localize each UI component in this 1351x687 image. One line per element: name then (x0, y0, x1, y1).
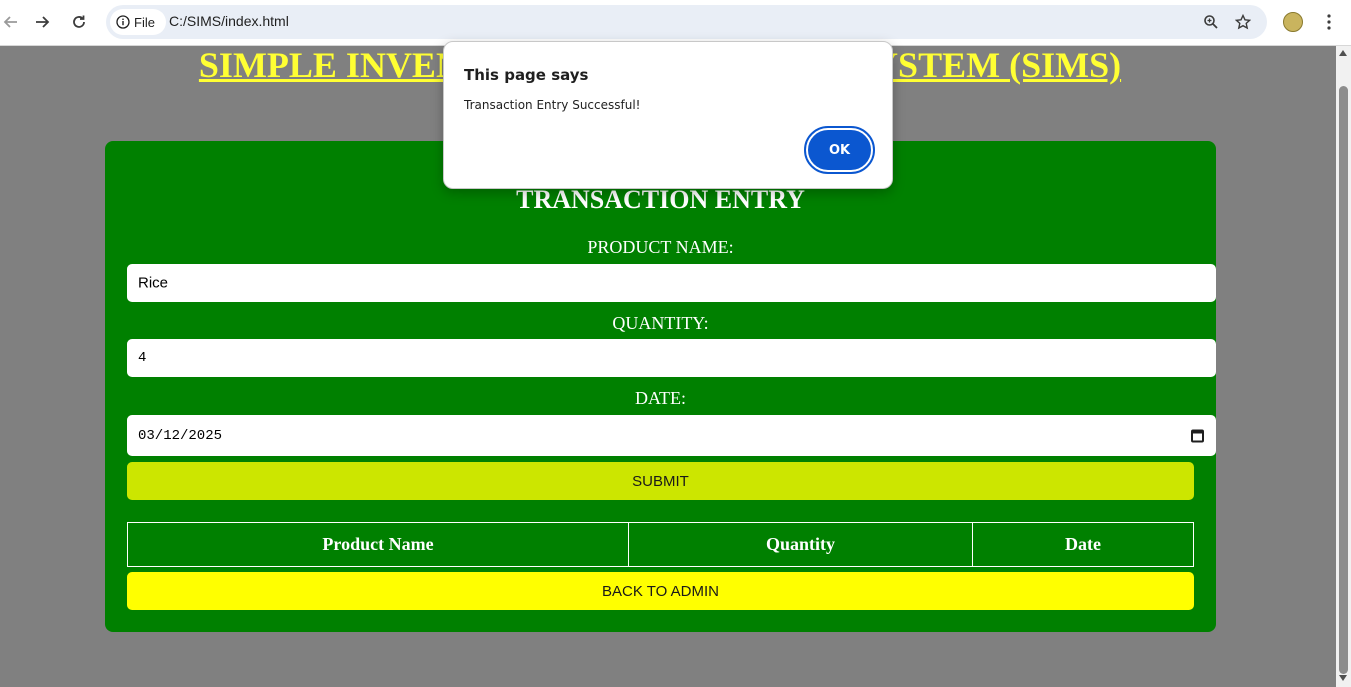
reload-icon[interactable] (68, 11, 90, 33)
transaction-table: Product Name Quantity Date (127, 522, 1194, 567)
table-header-row: Product Name Quantity Date (127, 522, 1194, 567)
date-input[interactable]: 03/12/2025 (127, 415, 1216, 456)
transaction-panel: TRANSACTION ENTRY PRODUCT NAME: Rice QUA… (105, 141, 1216, 632)
table-header-date: Date (972, 522, 1194, 567)
panel-heading: TRANSACTION ENTRY (516, 185, 805, 214)
site-info-chip[interactable]: File (110, 9, 166, 35)
address-bar[interactable]: File C:/SIMS/index.html (106, 5, 1267, 39)
product-name-value: Rice (138, 274, 169, 292)
date-label: DATE: (635, 388, 686, 408)
url-text[interactable]: C:/SIMS/index.html (169, 13, 289, 29)
scroll-thumb[interactable] (1339, 86, 1348, 674)
date-value: 03/12/2025 (138, 427, 223, 444)
browser-toolbar: File C:/SIMS/index.html (0, 0, 1351, 46)
scroll-down-icon[interactable] (1339, 675, 1347, 681)
quantity-input[interactable]: 4 (127, 339, 1216, 377)
profile-avatar[interactable] (1283, 12, 1303, 32)
menu-icon[interactable] (1318, 11, 1340, 33)
scroll-up-icon[interactable] (1339, 50, 1347, 56)
table-header-quantity: Quantity (628, 522, 973, 567)
submit-button[interactable]: SUBMIT (127, 462, 1194, 500)
dialog-message: Transaction Entry Successful! (464, 98, 641, 112)
alert-dialog: This page says Transaction Entry Success… (443, 41, 893, 189)
bookmark-star-icon[interactable] (1233, 12, 1253, 32)
product-name-label: PRODUCT NAME: (587, 237, 734, 257)
ok-button[interactable]: OK (804, 126, 875, 174)
site-chip-label: File (134, 14, 155, 30)
zoom-icon[interactable] (1201, 12, 1221, 32)
dialog-title: This page says (464, 66, 589, 84)
page-scrollbar[interactable] (1336, 46, 1351, 687)
table-header-product: Product Name (127, 522, 629, 567)
calendar-icon[interactable] (1191, 429, 1204, 442)
info-icon (116, 15, 130, 29)
quantity-label: QUANTITY: (612, 313, 709, 333)
back-icon[interactable] (0, 11, 22, 33)
back-to-admin-button[interactable]: BACK TO ADMIN (127, 572, 1194, 610)
product-name-input[interactable]: Rice (127, 264, 1216, 302)
forward-icon[interactable] (31, 11, 53, 33)
quantity-value: 4 (138, 350, 147, 366)
